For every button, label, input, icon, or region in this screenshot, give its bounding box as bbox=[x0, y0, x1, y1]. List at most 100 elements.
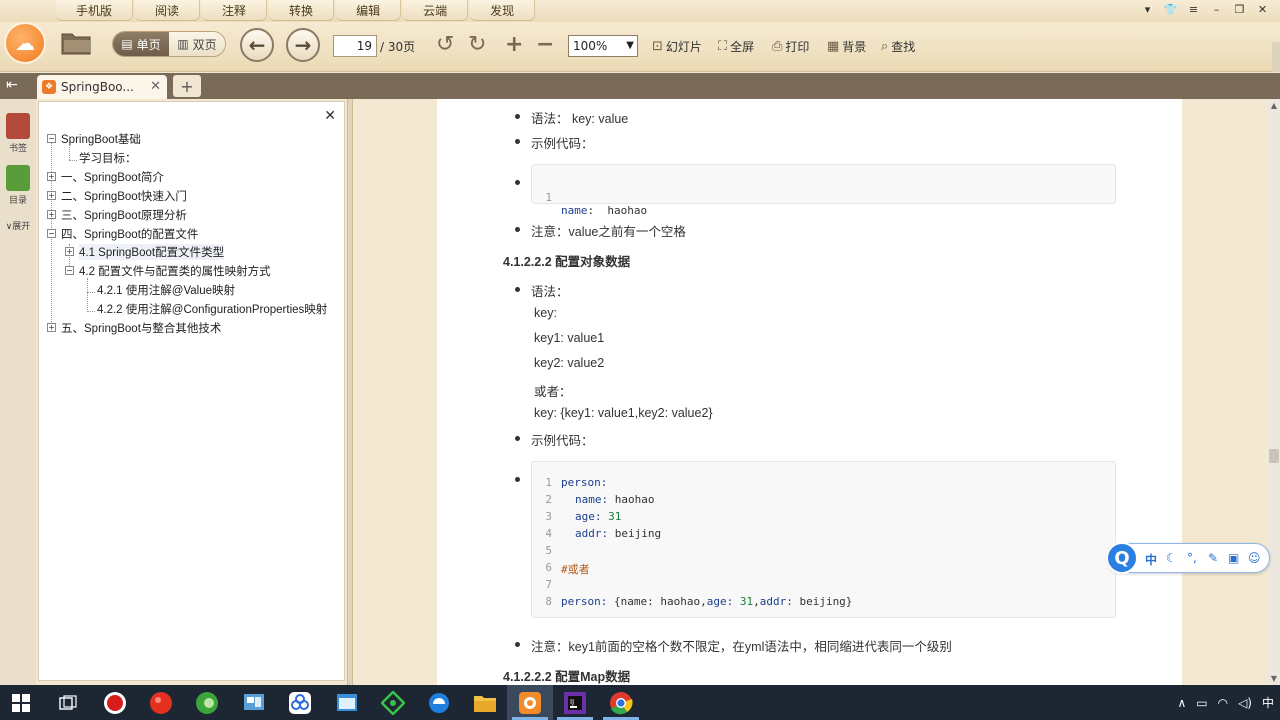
code-block[interactable]: 1 person: 2 name: haohao 3 age: 31 4 addr: b… bbox=[531, 461, 1116, 618]
menu-icon[interactable]: ≡ bbox=[1182, 0, 1205, 18]
code-line: 1 name: haohao bbox=[532, 178, 647, 217]
zoom-out-icon[interactable]: − bbox=[536, 34, 554, 56]
battery-icon[interactable]: ▭ bbox=[1196, 696, 1207, 710]
search-button[interactable]: ⌕ 查找 bbox=[881, 38, 915, 55]
menu-tab-edit[interactable]: 编辑 bbox=[336, 0, 402, 21]
menu-tab-discover[interactable]: 发现 bbox=[470, 0, 536, 21]
task-view-icon[interactable] bbox=[55, 690, 81, 716]
print-button[interactable]: ⎙ 打印 bbox=[772, 38, 809, 55]
input-language-indicator[interactable]: 中 bbox=[1262, 694, 1274, 711]
scroll-down-icon[interactable]: ▼ bbox=[1268, 674, 1280, 683]
moon-icon[interactable]: ☾ bbox=[1166, 551, 1177, 565]
file-explorer-icon[interactable] bbox=[472, 690, 498, 716]
toc-item[interactable]: 五、SpringBoot与整合其他技术 bbox=[61, 320, 221, 336]
rotate-right-icon[interactable]: ↻ bbox=[468, 34, 486, 56]
collapse-node-icon[interactable]: − bbox=[47, 134, 56, 143]
background-button[interactable]: ▦ 背景 bbox=[827, 38, 866, 55]
network-app-icon[interactable] bbox=[380, 690, 406, 716]
toc-item[interactable]: 4.2.1 使用注解@Value映射 bbox=[97, 282, 235, 298]
toc-rail-button[interactable]: 目录 bbox=[4, 165, 32, 206]
prev-page-button[interactable]: ← bbox=[240, 28, 274, 62]
code-value: {name: haohao, bbox=[607, 595, 707, 608]
toc-item[interactable]: 4.2.2 使用注解@ConfigurationProperties映射 bbox=[97, 301, 327, 317]
vertical-scrollbar[interactable]: ▲ ▼ bbox=[1268, 99, 1280, 685]
rotate-left-icon[interactable]: ↺ bbox=[436, 34, 454, 56]
punctuation-icon[interactable]: °, bbox=[1187, 551, 1197, 565]
skin-icon[interactable]: 👕 bbox=[1159, 0, 1182, 18]
window-app-icon[interactable] bbox=[334, 690, 360, 716]
minimize-icon[interactable]: – bbox=[1205, 0, 1228, 18]
scroll-thumb[interactable] bbox=[1269, 449, 1279, 463]
expand-node-icon[interactable]: + bbox=[47, 172, 56, 181]
close-icon[interactable]: ✕ bbox=[324, 108, 336, 124]
ime-logo-icon[interactable]: Q bbox=[1106, 542, 1138, 574]
note-text: 注意：value之前有一个空格 bbox=[531, 225, 686, 239]
toc-item[interactable]: 一、SpringBoot简介 bbox=[61, 169, 164, 185]
menu-tab-cloud[interactable]: 云端 bbox=[403, 0, 469, 21]
zoom-select[interactable]: 100% ▼ bbox=[568, 35, 638, 57]
new-tab-button[interactable]: + bbox=[173, 75, 201, 97]
expand-node-icon[interactable]: + bbox=[65, 247, 74, 256]
toc-item[interactable]: 4.2 配置文件与配置类的属性映射方式 bbox=[79, 263, 271, 279]
dropdown-icon[interactable]: ▾ bbox=[1136, 0, 1159, 18]
page-number-input[interactable]: 19 bbox=[333, 35, 377, 57]
restore-icon[interactable]: ❐ bbox=[1228, 0, 1251, 18]
clipboard-icon[interactable]: ▣ bbox=[1228, 551, 1239, 565]
smiley-icon[interactable]: ☺ bbox=[1248, 551, 1261, 565]
open-folder-icon[interactable] bbox=[60, 30, 92, 56]
collapse-node-icon[interactable]: − bbox=[65, 266, 74, 275]
expand-node-icon[interactable]: + bbox=[47, 191, 56, 200]
document-tab-title: SpringBoo... bbox=[61, 80, 134, 94]
line-number: 3 bbox=[545, 510, 552, 523]
fullscreen-button[interactable]: ⛶ 全屏 bbox=[718, 38, 754, 55]
slideshow-button[interactable]: ⊡ 幻灯片 bbox=[652, 38, 702, 55]
wrench-icon[interactable]: ✎ bbox=[1208, 551, 1218, 565]
chrome-browser-icon[interactable] bbox=[608, 690, 634, 716]
menu-tab-mobile[interactable]: 手机版 bbox=[56, 0, 134, 21]
close-icon[interactable]: ✕ bbox=[1251, 0, 1274, 18]
fullscreen-icon: ⛶ bbox=[718, 39, 728, 54]
scroll-up-icon[interactable]: ▲ bbox=[1268, 101, 1280, 110]
ime-toolbar[interactable]: Q 中 ☾ °, ✎ ▣ ☺ bbox=[1106, 542, 1270, 574]
expand-node-icon[interactable]: + bbox=[47, 210, 56, 219]
screen-app-icon[interactable] bbox=[241, 690, 267, 716]
next-page-button[interactable]: → bbox=[286, 28, 320, 62]
toc-item[interactable]: 四、SpringBoot的配置文件 bbox=[61, 226, 198, 242]
toc-item[interactable]: 4.1 SpringBoot配置文件类型 bbox=[79, 244, 225, 260]
wifi-icon[interactable]: ◠ bbox=[1218, 696, 1228, 710]
collapse-node-icon[interactable]: − bbox=[47, 229, 56, 238]
menu-tab-convert[interactable]: 转换 bbox=[269, 0, 335, 21]
bookmarks-rail-button[interactable]: 书签 bbox=[4, 113, 32, 154]
app-logo-icon[interactable]: ☁ bbox=[4, 22, 46, 64]
red-app-icon[interactable] bbox=[148, 690, 174, 716]
collapse-sidebar-icon[interactable]: ⇤ bbox=[6, 77, 18, 93]
chevron-down-icon: ▼ bbox=[626, 40, 634, 51]
green-app-icon[interactable] bbox=[194, 690, 220, 716]
menu-tab-read[interactable]: 阅读 bbox=[135, 0, 201, 21]
close-tab-icon[interactable]: ✕ bbox=[150, 79, 161, 94]
single-page-button[interactable]: ▤ 单页 bbox=[113, 32, 169, 56]
chevron-up-icon[interactable]: ∧ bbox=[1177, 696, 1186, 710]
intellij-idea-icon[interactable]: IJ bbox=[562, 690, 588, 716]
menu-tab-annotate[interactable]: 注释 bbox=[202, 0, 268, 21]
print-icon: ⎙ bbox=[772, 39, 783, 54]
expand-rail-button[interactable]: ∨展开 bbox=[4, 219, 32, 232]
code-block[interactable]: 1 name: haohao bbox=[531, 164, 1116, 217]
zoom-in-icon[interactable]: + bbox=[505, 34, 523, 56]
expand-node-icon[interactable]: + bbox=[47, 323, 56, 332]
double-page-button[interactable]: ▥ 双页 bbox=[169, 32, 225, 56]
volume-icon[interactable]: ◁) bbox=[1238, 696, 1252, 710]
baidu-netdisk-icon[interactable] bbox=[287, 690, 313, 716]
note-text: 注意：key1前面的空格个数不限定，在yml语法中，相同缩进代表同一个级别 bbox=[531, 640, 952, 654]
code-key: person: bbox=[561, 595, 608, 608]
edge-browser-icon[interactable] bbox=[426, 690, 452, 716]
document-tab[interactable]: ❖ SpringBoo... ✕ bbox=[37, 75, 167, 99]
toc-item[interactable]: 二、SpringBoot快速入门 bbox=[61, 188, 187, 204]
ime-language-toggle[interactable]: 中 bbox=[1145, 551, 1157, 568]
toc-item[interactable]: 学习目标： bbox=[79, 150, 137, 166]
windows-start-icon[interactable] bbox=[8, 690, 34, 716]
toc-item[interactable]: SpringBoot基础 bbox=[61, 131, 141, 147]
toc-item[interactable]: 三、SpringBoot原理分析 bbox=[61, 207, 187, 223]
pdf-reader-app-icon[interactable] bbox=[517, 690, 543, 716]
record-app-icon[interactable] bbox=[102, 690, 128, 716]
